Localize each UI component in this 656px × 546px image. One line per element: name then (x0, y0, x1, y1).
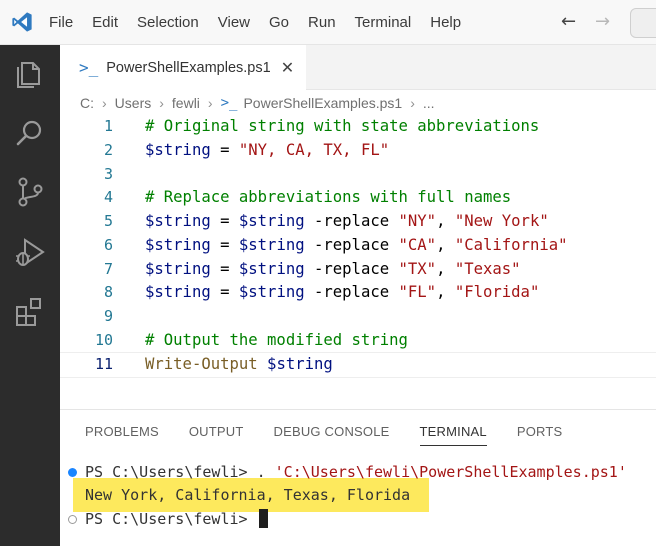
title-bar: File Edit Selection View Go Run Terminal… (0, 0, 656, 45)
line-number: 3 (103, 165, 113, 183)
powershell-file-icon: >_ (220, 95, 238, 111)
code-comment: # Replace abbreviations with full names (145, 188, 512, 206)
breadcrumb: C: › Users › fewli › >_ PowerShellExampl… (80, 92, 435, 114)
code-text: $string = $string -replace "CA", "Califo… (145, 236, 568, 254)
source-control-icon[interactable] (13, 175, 47, 209)
vscode-logo-icon (12, 12, 32, 32)
close-icon[interactable]: ✕ (281, 58, 294, 77)
code-text: $string = $string -replace "NY", "New Yo… (145, 212, 549, 230)
forward-arrow-icon[interactable]: → (595, 11, 610, 32)
menu-file[interactable]: File (49, 14, 73, 31)
panel-divider (60, 409, 656, 410)
editor-tabs: >_ PowerShellExamples.ps1 ✕ (60, 45, 656, 90)
terminal-cursor (258, 509, 268, 528)
menu-go[interactable]: Go (269, 14, 289, 31)
code-line: 8 $string = $string -replace "FL", "Flor… (60, 281, 656, 305)
chevron-right-icon: › (207, 95, 213, 111)
run-debug-icon[interactable] (13, 235, 47, 269)
chevron-right-icon: › (159, 95, 164, 111)
code-comment: # Original string with state abbreviatio… (145, 117, 540, 135)
command-success-dot-icon[interactable] (68, 468, 77, 477)
extensions-icon[interactable] (13, 295, 47, 329)
menu-selection[interactable]: Selection (137, 14, 199, 31)
line-number: 1 (103, 117, 113, 135)
breadcrumb-file[interactable]: PowerShellExamples.ps1 (243, 95, 402, 111)
tab-powershell-examples[interactable]: >_ PowerShellExamples.ps1 ✕ (60, 45, 306, 90)
breadcrumb-drive[interactable]: C: (80, 95, 94, 111)
line-number: 6 (103, 236, 113, 254)
tab-problems[interactable]: PROBLEMS (85, 424, 159, 446)
explorer-icon[interactable] (13, 57, 47, 91)
powershell-file-icon: >_ (79, 58, 99, 77)
code-line: 1 # Original string with state abbreviat… (60, 115, 656, 139)
chevron-right-icon: › (102, 95, 107, 111)
breadcrumb-users[interactable]: Users (115, 95, 152, 111)
menu-edit[interactable]: Edit (92, 14, 118, 31)
activity-bar (0, 45, 60, 546)
line-number: 5 (103, 212, 113, 230)
code-line: 2 $string = "NY, CA, TX, FL" (60, 139, 656, 163)
code-line: 4 # Replace abbreviations with full name… (60, 186, 656, 210)
code-comment: # Output the modified string (145, 331, 408, 349)
tab-label: PowerShellExamples.ps1 (106, 59, 271, 76)
code-text: $string = "NY, CA, TX, FL" (145, 141, 390, 159)
line-number: 2 (103, 141, 113, 159)
code-text: Write-Output $string (145, 355, 333, 373)
line-number: 4 (103, 188, 113, 206)
back-arrow-icon[interactable]: ← (561, 11, 576, 32)
menu-run[interactable]: Run (308, 14, 336, 31)
code-text: $string = $string -replace "TX", "Texas" (145, 260, 521, 278)
tab-ports[interactable]: PORTS (517, 424, 563, 446)
line-number: 11 (94, 355, 113, 373)
code-text: $string = $string -replace "FL", "Florid… (145, 283, 540, 301)
chevron-right-icon: › (410, 95, 415, 111)
terminal-command-line: PS C:\Users\fewli> . 'C:\Users\fewli\Pow… (85, 463, 627, 481)
terminal-prompt[interactable]: PS C:\Users\fewli> (85, 509, 268, 528)
line-number: 8 (103, 283, 113, 301)
line-number: 9 (103, 307, 113, 325)
code-line: 3 (60, 163, 656, 187)
code-line-current: 11 Write-Output $string (60, 352, 656, 378)
line-number: 7 (103, 260, 113, 278)
code-line: 9 (60, 305, 656, 329)
code-line: 7 $string = $string -replace "TX", "Texa… (60, 258, 656, 282)
menu-view[interactable]: View (218, 14, 250, 31)
menu-help[interactable]: Help (430, 14, 461, 31)
command-center-input[interactable] (630, 8, 656, 38)
code-line: 6 $string = $string -replace "CA", "Cali… (60, 234, 656, 258)
menu-terminal[interactable]: Terminal (355, 14, 412, 31)
line-number: 10 (94, 331, 113, 349)
breadcrumb-user[interactable]: fewli (172, 95, 200, 111)
panel-tabs: PROBLEMS OUTPUT DEBUG CONSOLE TERMINAL P… (85, 424, 592, 446)
command-pending-dot-icon[interactable] (68, 515, 77, 524)
code-line: 10 # Output the modified string (60, 329, 656, 353)
tab-terminal[interactable]: TERMINAL (419, 424, 487, 446)
terminal-output: New York, California, Texas, Florida (85, 486, 411, 504)
code-line: 5 $string = $string -replace "NY", "New … (60, 210, 656, 234)
tab-debug-console[interactable]: DEBUG CONSOLE (274, 424, 390, 446)
search-icon[interactable] (13, 116, 47, 150)
breadcrumb-more[interactable]: ... (423, 95, 435, 111)
tab-output[interactable]: OUTPUT (189, 424, 244, 446)
